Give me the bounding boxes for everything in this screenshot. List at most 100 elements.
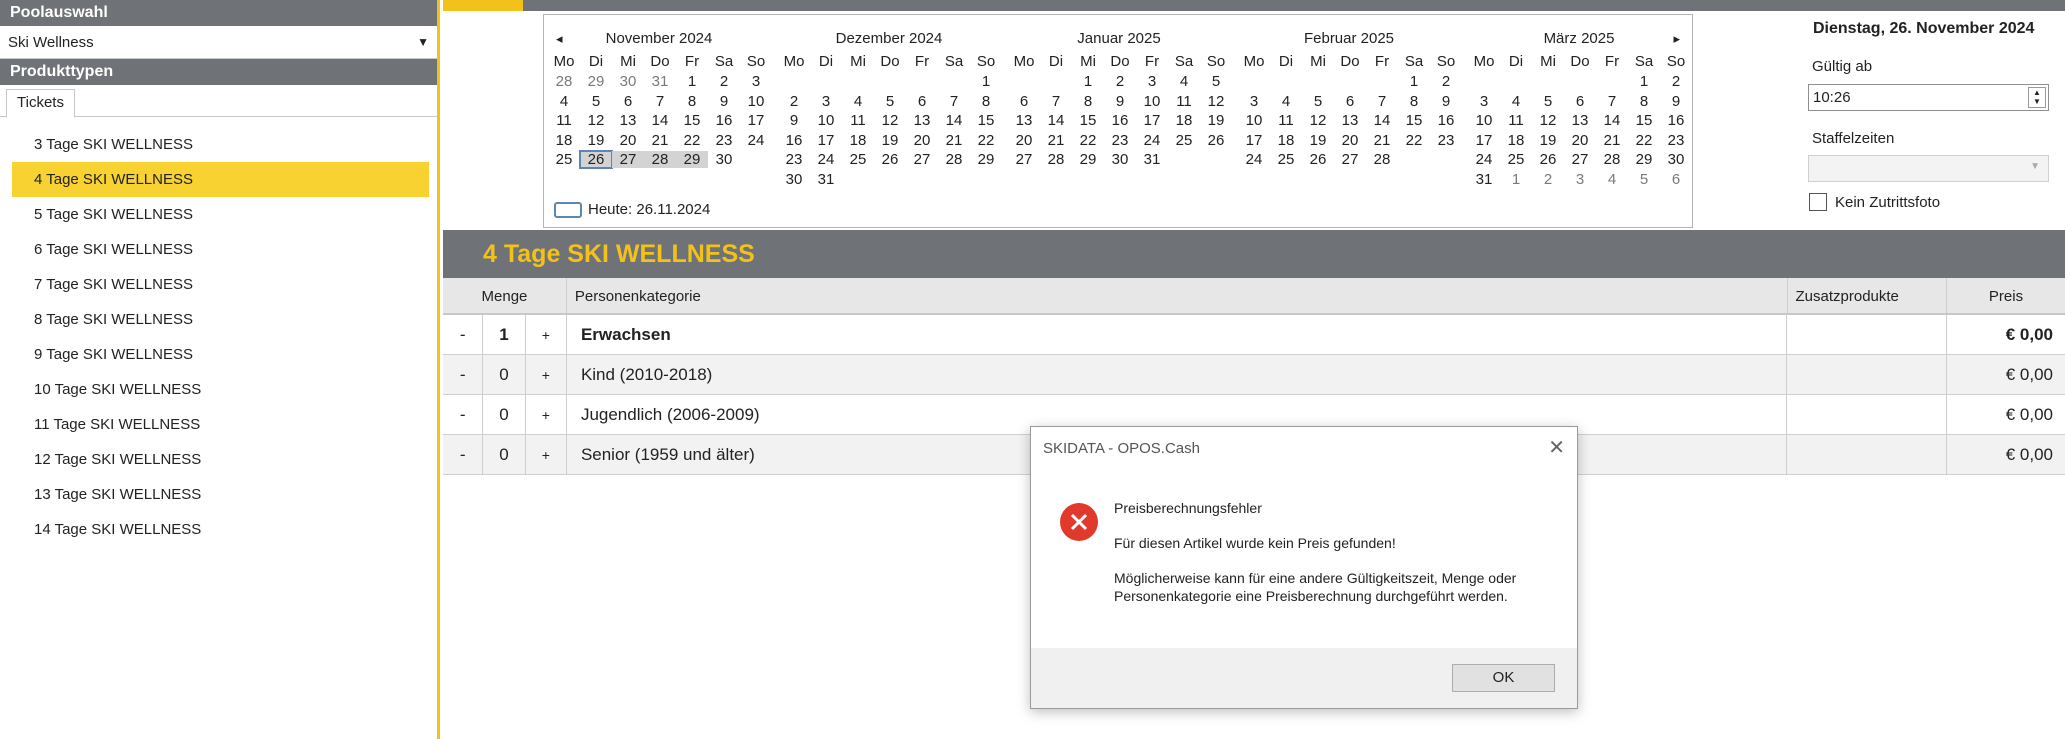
calendar-day[interactable]: 16 — [1104, 112, 1136, 129]
ticket-item[interactable]: 11 Tage SKI WELLNESS — [12, 407, 429, 442]
calendar-day[interactable]: 27 — [1008, 151, 1040, 168]
calendar-day[interactable]: 11 — [1500, 112, 1532, 129]
calendar-day[interactable]: 5 — [1302, 93, 1334, 110]
calendar-day[interactable]: 13 — [612, 112, 644, 129]
calendar-day[interactable]: 23 — [1660, 132, 1692, 149]
calendar-day[interactable]: 28 — [1596, 151, 1628, 168]
no-photo-checkbox[interactable]: Kein Zutrittsfoto — [1809, 193, 1940, 211]
calendar-day[interactable]: 21 — [938, 132, 970, 149]
calendar-day[interactable]: 30 — [1660, 151, 1692, 168]
calendar-day[interactable]: 12 — [1302, 112, 1334, 129]
ticket-item[interactable]: 9 Tage SKI WELLNESS — [12, 337, 429, 372]
calendar-day[interactable]: 1 — [1398, 73, 1430, 90]
calendar-day[interactable]: 12 — [1532, 112, 1564, 129]
calendar-day[interactable]: 21 — [644, 132, 676, 149]
calendar-day[interactable]: 21 — [1040, 132, 1072, 149]
calendar-day[interactable]: 30 — [778, 171, 810, 188]
calendar-day[interactable]: 17 — [1136, 112, 1168, 129]
calendar-day[interactable]: 9 — [1104, 93, 1136, 110]
calendar-day[interactable]: 26 — [1302, 151, 1334, 168]
increment-button[interactable]: + — [526, 315, 567, 354]
calendar-day[interactable]: 10 — [810, 112, 842, 129]
calendar-day[interactable]: 2 — [1532, 171, 1564, 188]
calendar-day[interactable]: 6 — [906, 93, 938, 110]
calendar-day[interactable]: 1 — [676, 73, 708, 90]
calendar-day[interactable]: 19 — [1302, 132, 1334, 149]
calendar-day[interactable]: 1 — [1628, 73, 1660, 90]
today-button[interactable]: Heute: 26.11.2024 — [554, 201, 710, 218]
calendar-day[interactable]: 27 — [906, 151, 938, 168]
calendar-day[interactable]: 18 — [1168, 112, 1200, 129]
calendar-day[interactable]: 2 — [1104, 73, 1136, 90]
calendar-day[interactable]: 15 — [970, 112, 1002, 129]
calendar-day[interactable]: 20 — [1564, 132, 1596, 149]
calendar-day[interactable]: 7 — [1366, 93, 1398, 110]
calendar-day[interactable]: 29 — [970, 151, 1002, 168]
calendar-day[interactable]: 4 — [1596, 171, 1628, 188]
increment-button[interactable]: + — [526, 435, 567, 474]
calendar-day[interactable]: 4 — [1270, 93, 1302, 110]
calendar-day[interactable]: 31 — [1468, 171, 1500, 188]
calendar-day[interactable]: 5 — [1200, 73, 1232, 90]
close-icon[interactable]: ✕ — [1548, 435, 1565, 460]
calendar-day[interactable]: 22 — [676, 132, 708, 149]
calendar-day[interactable]: 8 — [1628, 93, 1660, 110]
calendar-day[interactable]: 2 — [1660, 73, 1692, 90]
calendar-day[interactable]: 28 — [1366, 151, 1398, 168]
ticket-item[interactable]: 7 Tage SKI WELLNESS — [12, 267, 429, 302]
calendar-day[interactable]: 5 — [1628, 171, 1660, 188]
calendar-day[interactable]: 9 — [708, 93, 740, 110]
calendar-day[interactable]: 5 — [874, 93, 906, 110]
calendar-day[interactable]: 23 — [778, 151, 810, 168]
calendar-day[interactable]: 13 — [906, 112, 938, 129]
calendar-day[interactable]: 23 — [1104, 132, 1136, 149]
calendar-day[interactable]: 19 — [874, 132, 906, 149]
calendar-day[interactable]: 19 — [580, 132, 612, 149]
calendar-day[interactable]: 8 — [970, 93, 1002, 110]
calendar-day[interactable]: 28 — [644, 151, 676, 168]
calendar-day[interactable]: 11 — [1168, 93, 1200, 110]
calendar-day[interactable]: 8 — [1398, 93, 1430, 110]
calendar-day[interactable]: 17 — [1238, 132, 1270, 149]
calendar-day[interactable]: 22 — [970, 132, 1002, 149]
calendar-day[interactable]: 2 — [708, 73, 740, 90]
calendar-day[interactable]: 30 — [708, 151, 740, 168]
calendar-day[interactable]: 24 — [810, 151, 842, 168]
calendar-day[interactable]: 13 — [1008, 112, 1040, 129]
calendar-day[interactable]: 3 — [1468, 93, 1500, 110]
calendar-day[interactable]: 28 — [548, 73, 580, 90]
tab-tickets[interactable]: Tickets — [6, 89, 75, 118]
calendar-day[interactable]: 11 — [548, 112, 580, 129]
calendar-day[interactable]: 11 — [1270, 112, 1302, 129]
calendar-day[interactable]: 26 — [579, 150, 613, 169]
calendar-day[interactable]: 29 — [1628, 151, 1660, 168]
calendar-day[interactable]: 16 — [778, 132, 810, 149]
calendar-day[interactable]: 26 — [1532, 151, 1564, 168]
calendar-day[interactable]: 27 — [1564, 151, 1596, 168]
calendar-day[interactable]: 12 — [1200, 93, 1232, 110]
calendar-day[interactable]: 15 — [676, 112, 708, 129]
calendar-day[interactable]: 12 — [874, 112, 906, 129]
time-spinner[interactable]: ▲ ▼ — [2028, 87, 2046, 108]
calendar-day[interactable]: 1 — [1072, 73, 1104, 90]
calendar-day[interactable]: 17 — [810, 132, 842, 149]
calendar-day[interactable]: 10 — [1468, 112, 1500, 129]
calendar-day[interactable]: 4 — [548, 93, 580, 110]
calendar-day[interactable]: 1 — [1500, 171, 1532, 188]
calendar-day[interactable]: 9 — [1660, 93, 1692, 110]
calendar-day[interactable]: 29 — [1072, 151, 1104, 168]
calendar-day[interactable]: 10 — [740, 93, 772, 110]
calendar-day[interactable]: 5 — [1532, 93, 1564, 110]
calendar-day[interactable]: 7 — [1596, 93, 1628, 110]
calendar-day[interactable]: 17 — [1468, 132, 1500, 149]
calendar-day[interactable]: 4 — [1500, 93, 1532, 110]
calendar-day[interactable]: 24 — [1238, 151, 1270, 168]
calendar-day[interactable]: 13 — [1564, 112, 1596, 129]
ticket-item[interactable]: 6 Tage SKI WELLNESS — [12, 232, 429, 267]
valid-from-time-input[interactable]: 10:26 ▲ ▼ — [1808, 84, 2049, 111]
calendar-day[interactable]: 14 — [644, 112, 676, 129]
ticket-item[interactable]: 10 Tage SKI WELLNESS — [12, 372, 429, 407]
calendar-day[interactable]: 21 — [1366, 132, 1398, 149]
calendar-day[interactable]: 3 — [740, 73, 772, 90]
calendar-day[interactable]: 9 — [778, 112, 810, 129]
